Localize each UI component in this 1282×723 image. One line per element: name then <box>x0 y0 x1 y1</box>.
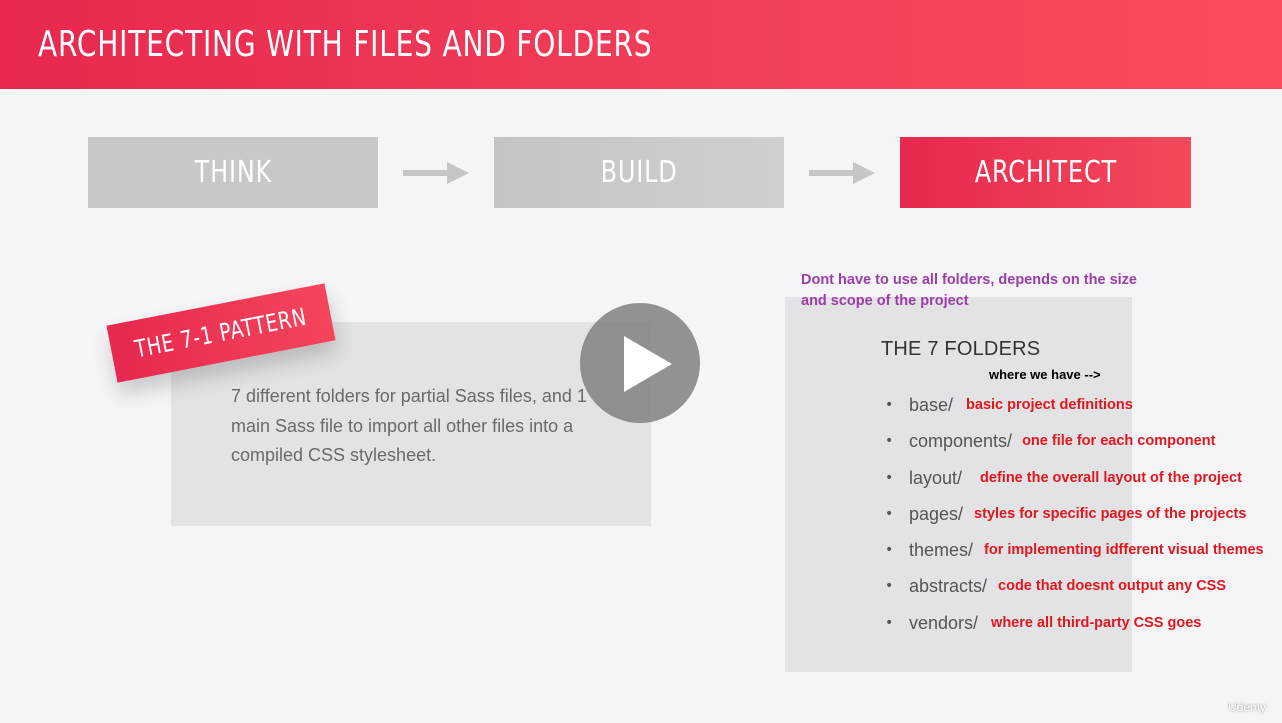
folder-note: for implementing idfferent visual themes <box>984 542 1264 558</box>
folder-name: components/ <box>909 430 1013 451</box>
bullet-icon: • <box>885 506 894 522</box>
arrow-right-icon <box>403 162 469 184</box>
folder-item-vendors: • vendors/ where all third-party CSS goe… <box>885 610 1201 636</box>
folder-item-pages: • pages/ styles for specific pages of th… <box>885 501 1246 527</box>
folder-name: themes/ <box>909 539 974 560</box>
folder-note: one file for each component <box>1022 433 1216 449</box>
play-button[interactable] <box>580 303 700 423</box>
folder-item-base: • base/ basic project definitions <box>885 392 1133 418</box>
bullet-icon: • <box>885 615 894 631</box>
step-build-label: BUILD <box>600 155 678 190</box>
where-note: where we have --> <box>989 367 1101 382</box>
step-architect-label: ARCHITECT <box>974 155 1117 190</box>
folder-note: where all third-party CSS goes <box>991 615 1202 631</box>
step-think-label: THINK <box>194 155 272 190</box>
folder-name: abstracts/ <box>909 575 988 596</box>
folder-name: vendors/ <box>909 612 979 633</box>
folder-item-abstracts: • abstracts/ code that doesnt output any… <box>885 573 1226 599</box>
arrow-right-icon <box>809 162 875 184</box>
folder-item-components: • components/ one file for each componen… <box>885 428 1215 454</box>
step-architect: ARCHITECT <box>900 137 1191 208</box>
step-think: THINK <box>88 137 378 208</box>
annotation-note: Dont have to use all folders, depends on… <box>801 272 1137 309</box>
bullet-icon: • <box>885 578 894 594</box>
udemy-watermark: Udemy <box>1228 700 1267 714</box>
slide-title: Architecting with files and folders <box>38 24 653 65</box>
bullet-icon: • <box>885 470 894 486</box>
bullet-icon: • <box>885 397 894 413</box>
folder-note: basic project definitions <box>966 397 1133 413</box>
folders-title: THE 7 FOLDERS <box>881 338 1041 360</box>
step-build: BUILD <box>494 137 784 208</box>
bullet-icon: • <box>885 433 894 449</box>
folder-name: pages/ <box>909 503 964 524</box>
folder-note: styles for specific pages of the project… <box>974 506 1247 522</box>
folder-item-layout: • layout/ define the overall layout of t… <box>885 465 1242 491</box>
play-icon <box>624 336 672 392</box>
folder-name: layout/ <box>909 467 963 488</box>
folder-note: define the overall layout of the project <box>980 470 1242 486</box>
folder-item-themes: • themes/ for implementing idfferent vis… <box>885 537 1264 563</box>
folder-note: code that doesnt output any CSS <box>998 578 1227 594</box>
pattern-description: 7 different folders for partial Sass fil… <box>231 386 587 465</box>
slide-header: Architecting with files and folders <box>0 0 1282 89</box>
folder-name: base/ <box>909 394 954 415</box>
bullet-icon: • <box>885 542 894 558</box>
